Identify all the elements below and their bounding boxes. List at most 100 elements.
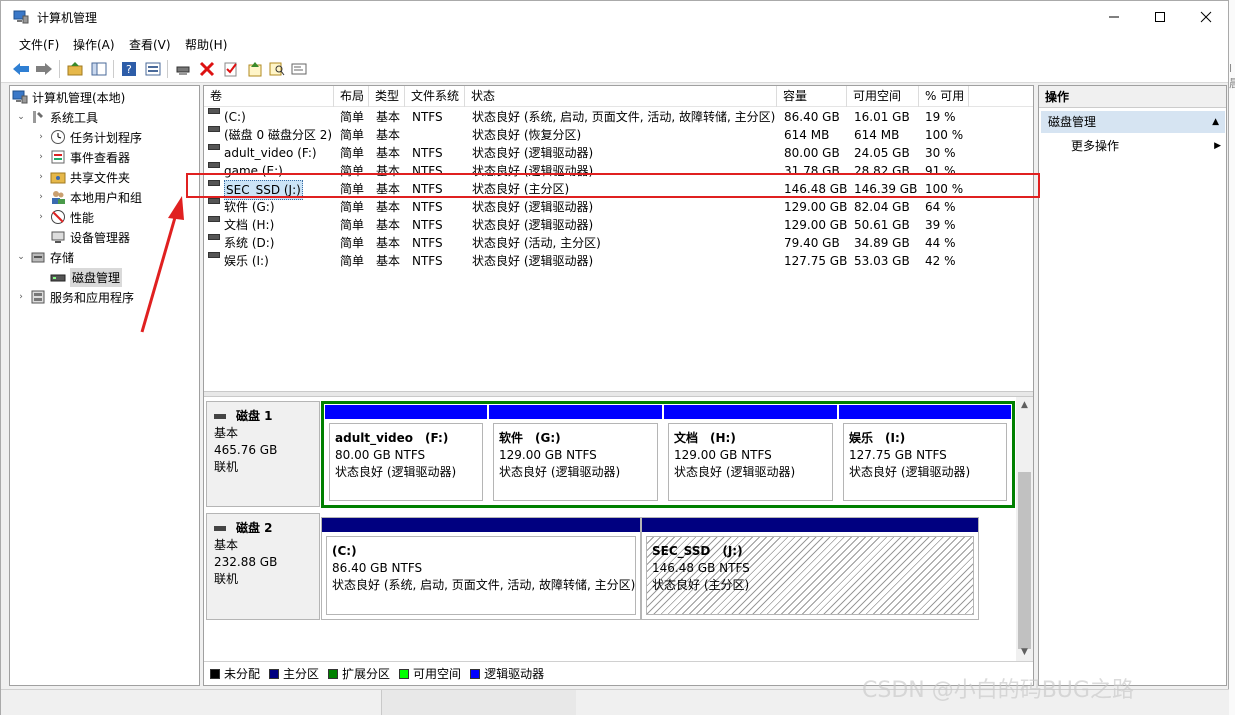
volume-row[interactable]: 系统 (D:) 简单 基本 NTFS 状态良好 (活动, 主分区) 79.40 GB 34.…	[204, 234, 1033, 252]
column-header-type[interactable]: 类型	[369, 86, 405, 107]
volume-cell-free: 82.04 GB	[854, 200, 910, 214]
chevron-right-icon[interactable]: ›	[36, 172, 46, 182]
chevron-right-icon[interactable]: ›	[36, 132, 46, 142]
more-actions-link[interactable]: 更多操作 ▶	[1071, 136, 1221, 156]
column-header-status[interactable]: 状态	[465, 86, 777, 107]
forward-button[interactable]	[34, 59, 54, 79]
chevron-right-icon[interactable]: ›	[36, 152, 46, 162]
tree-item-system-tools[interactable]: ⌄ 系统工具	[16, 107, 199, 127]
event-viewer-icon	[50, 149, 66, 165]
toolbar: ?	[1, 55, 1228, 83]
tree-item-task-scheduler[interactable]: › 任务计划程序	[36, 127, 199, 147]
svg-text:?: ?	[126, 63, 132, 76]
menu-help[interactable]: 帮助(H)	[185, 36, 227, 53]
column-header-filesystem[interactable]: 文件系统	[405, 86, 465, 107]
settings-icon	[291, 63, 307, 75]
up-folder-button[interactable]	[65, 59, 85, 79]
scroll-up-icon[interactable]: ▲	[1016, 397, 1033, 414]
collapse-up-icon[interactable]: ▲	[1212, 111, 1219, 133]
volume-cell-free: 614 MB	[854, 128, 900, 142]
tools-icon	[30, 109, 46, 125]
volume-row[interactable]: (磁盘 0 磁盘分区 2) 简单 基本 状态良好 (恢复分区) 614 MB 614 MB…	[204, 126, 1033, 144]
help-icon: ?	[122, 62, 136, 76]
tree-item-event-viewer[interactable]: › 事件查看器	[36, 147, 199, 167]
connect-button[interactable]	[173, 59, 193, 79]
volume-row[interactable]: 软件 (G:) 简单 基本 NTFS 状态良好 (逻辑驱动器) 129.00 GB 82.0…	[204, 198, 1033, 216]
drive-icon	[208, 126, 220, 132]
volume-cell-pct: 19 %	[925, 110, 956, 124]
volume-cell-layout: 简单	[340, 200, 365, 214]
volume-list-header: 卷 布局 类型 文件系统 状态 容量 可用空间 % 可用	[204, 86, 1033, 107]
export-button[interactable]	[245, 59, 265, 79]
actions-section-disk-management[interactable]: 磁盘管理 ▲	[1041, 111, 1225, 133]
volume-cell-free: 16.01 GB	[854, 110, 910, 124]
menu-view[interactable]: 查看(V)	[129, 36, 171, 53]
search-button[interactable]	[267, 59, 287, 79]
legend-free-space: 可用空间	[399, 665, 461, 682]
volume-cell-layout: 简单	[340, 146, 365, 160]
chevron-right-icon[interactable]: ›	[36, 212, 46, 222]
maximize-icon	[1155, 12, 1165, 22]
export-icon	[248, 62, 262, 77]
volume-cell-status: 状态良好 (恢复分区)	[472, 128, 582, 142]
chevron-right-icon[interactable]: ›	[16, 292, 26, 302]
volume-cell-fs: NTFS	[412, 146, 443, 160]
column-header-percent-free[interactable]: % 可用	[919, 86, 969, 107]
volume-cell-type: 基本	[376, 218, 401, 232]
column-header-free-space[interactable]: 可用空间	[847, 86, 919, 107]
menu-file[interactable]: 文件(F)	[19, 36, 59, 53]
volume-row[interactable]: adult_video (F:) 简单 基本 NTFS 状态良好 (逻辑驱动器) 80.0…	[204, 144, 1033, 162]
actions-title: 操作	[1039, 86, 1226, 108]
volume-cell-status: 状态良好 (逻辑驱动器)	[472, 218, 594, 232]
show-hide-tree-icon	[91, 62, 107, 76]
partition-software[interactable]: 软件 (G:) 129.00 GB NTFS 状态良好 (逻辑驱动器)	[489, 405, 662, 505]
chevron-right-icon[interactable]: ›	[36, 192, 46, 202]
tree-item-root[interactable]: 计算机管理(本地)	[12, 87, 199, 107]
partition-sec-ssd[interactable]: SEC_SSD (J:) 146.48 GB NTFS 状态良好 (主分区)	[641, 517, 979, 620]
chevron-down-icon[interactable]: ⌄	[16, 112, 26, 122]
console-tree-button[interactable]	[143, 59, 163, 79]
disk-2-label[interactable]: 磁盘 2 基本 232.88 GB 联机	[206, 513, 320, 620]
menu-action[interactable]: 操作(A)	[73, 36, 115, 53]
partition-documents[interactable]: 文档 (H:) 129.00 GB NTFS 状态良好 (逻辑驱动器)	[664, 405, 837, 505]
legend-extended: 扩展分区	[328, 665, 390, 682]
volume-cell-pct: 44 %	[925, 236, 956, 250]
properties-button[interactable]	[221, 59, 241, 79]
minimize-icon	[1109, 16, 1119, 18]
disk-view-scrollbar[interactable]: ▲ ▼	[1016, 397, 1033, 661]
column-header-volume[interactable]: 卷	[204, 86, 334, 107]
volume-row[interactable]: 文档 (H:) 简单 基本 NTFS 状态良好 (逻辑驱动器) 129.00 GB 50.6…	[204, 216, 1033, 234]
volume-row[interactable]: 娱乐 (I:) 简单 基本 NTFS 状态良好 (逻辑驱动器) 127.75 GB 53.0…	[204, 252, 1033, 270]
back-button[interactable]	[11, 59, 31, 79]
partition-adult-video[interactable]: adult_video (F:) 80.00 GB NTFS 状态良好 (逻辑驱动器…	[325, 405, 487, 505]
minimize-button[interactable]	[1091, 1, 1137, 33]
partition-entertainment[interactable]: 娱乐 (I:) 127.75 GB NTFS 状态良好 (逻辑驱动器)	[839, 405, 1011, 505]
partition-c[interactable]: (C:) 86.40 GB NTFS 状态良好 (系统, 启动, 页面文件, 活动,…	[321, 517, 641, 620]
column-header-capacity[interactable]: 容量	[777, 86, 847, 107]
settings-button[interactable]	[289, 59, 309, 79]
scrollbar-thumb[interactable]	[1018, 472, 1031, 649]
show-hide-tree-button[interactable]	[89, 59, 109, 79]
help-button[interactable]: ?	[119, 59, 139, 79]
maximize-button[interactable]	[1137, 1, 1183, 33]
logical-drive-bar	[489, 405, 662, 419]
disk-graphical-view: 磁盘 1 基本 465.76 GB 联机 adult_video (F:) 80.…	[204, 397, 1016, 661]
volume-row[interactable]: (C:) 简单 基本 NTFS 状态良好 (系统, 启动, 页面文件, 活动, 故障转储…	[204, 108, 1033, 126]
volume-cell-fs: NTFS	[412, 110, 443, 124]
device-manager-icon	[50, 229, 66, 245]
disk-1-label[interactable]: 磁盘 1 基本 465.76 GB 联机	[206, 401, 320, 507]
volume-cell-fs: NTFS	[412, 236, 443, 250]
volume-cell-capacity: 129.00 GB	[784, 200, 848, 214]
legend-primary: 主分区	[269, 665, 319, 682]
tree-item-shared-folders[interactable]: › 共享文件夹	[36, 167, 199, 187]
background-window-text: l晨	[1229, 62, 1235, 90]
up-folder-icon	[67, 62, 83, 76]
close-button[interactable]	[1183, 1, 1229, 33]
scroll-down-icon[interactable]: ▼	[1016, 644, 1033, 661]
volume-cell-status: 状态良好 (逻辑驱动器)	[472, 146, 594, 160]
delete-button[interactable]	[197, 59, 217, 79]
actions-pane: 操作 磁盘管理 ▲ 更多操作 ▶	[1038, 85, 1227, 686]
console-tree: 计算机管理(本地) ⌄ 系统工具 › 任务计划程序 › 事件查看器 › 共享文件…	[9, 85, 200, 686]
column-header-layout[interactable]: 布局	[334, 86, 369, 107]
chevron-down-icon[interactable]: ⌄	[16, 252, 26, 262]
